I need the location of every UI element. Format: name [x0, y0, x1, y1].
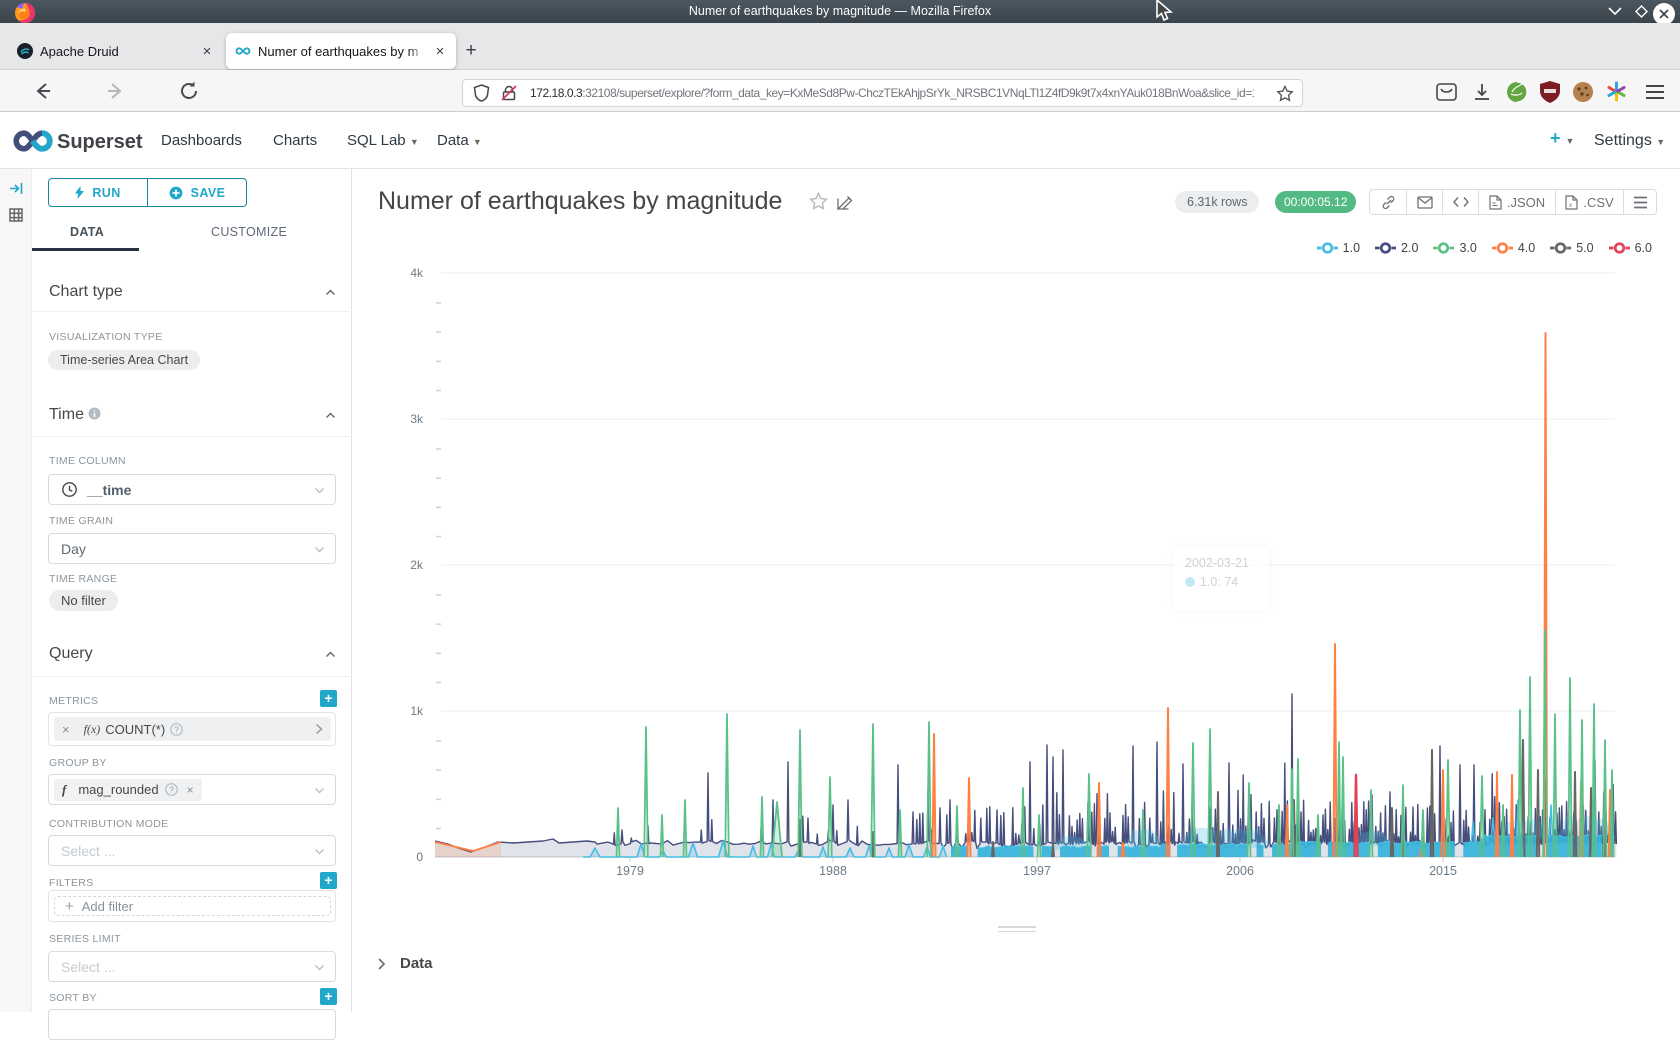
svg-text:2015: 2015	[1429, 864, 1457, 878]
svg-text:1988: 1988	[819, 864, 847, 878]
svg-text:?: ?	[169, 784, 174, 794]
svg-text:0: 0	[416, 850, 423, 864]
svg-text:2k: 2k	[410, 558, 424, 572]
svg-text:3k: 3k	[410, 412, 424, 426]
svg-text:1997: 1997	[1023, 864, 1051, 878]
svg-text:1979: 1979	[616, 864, 644, 878]
svg-text:x: x	[1569, 203, 1572, 209]
svg-text:2006: 2006	[1226, 864, 1254, 878]
svg-text:1k: 1k	[410, 704, 424, 718]
svg-text:?: ?	[174, 724, 179, 734]
svg-text:4k: 4k	[410, 266, 424, 280]
